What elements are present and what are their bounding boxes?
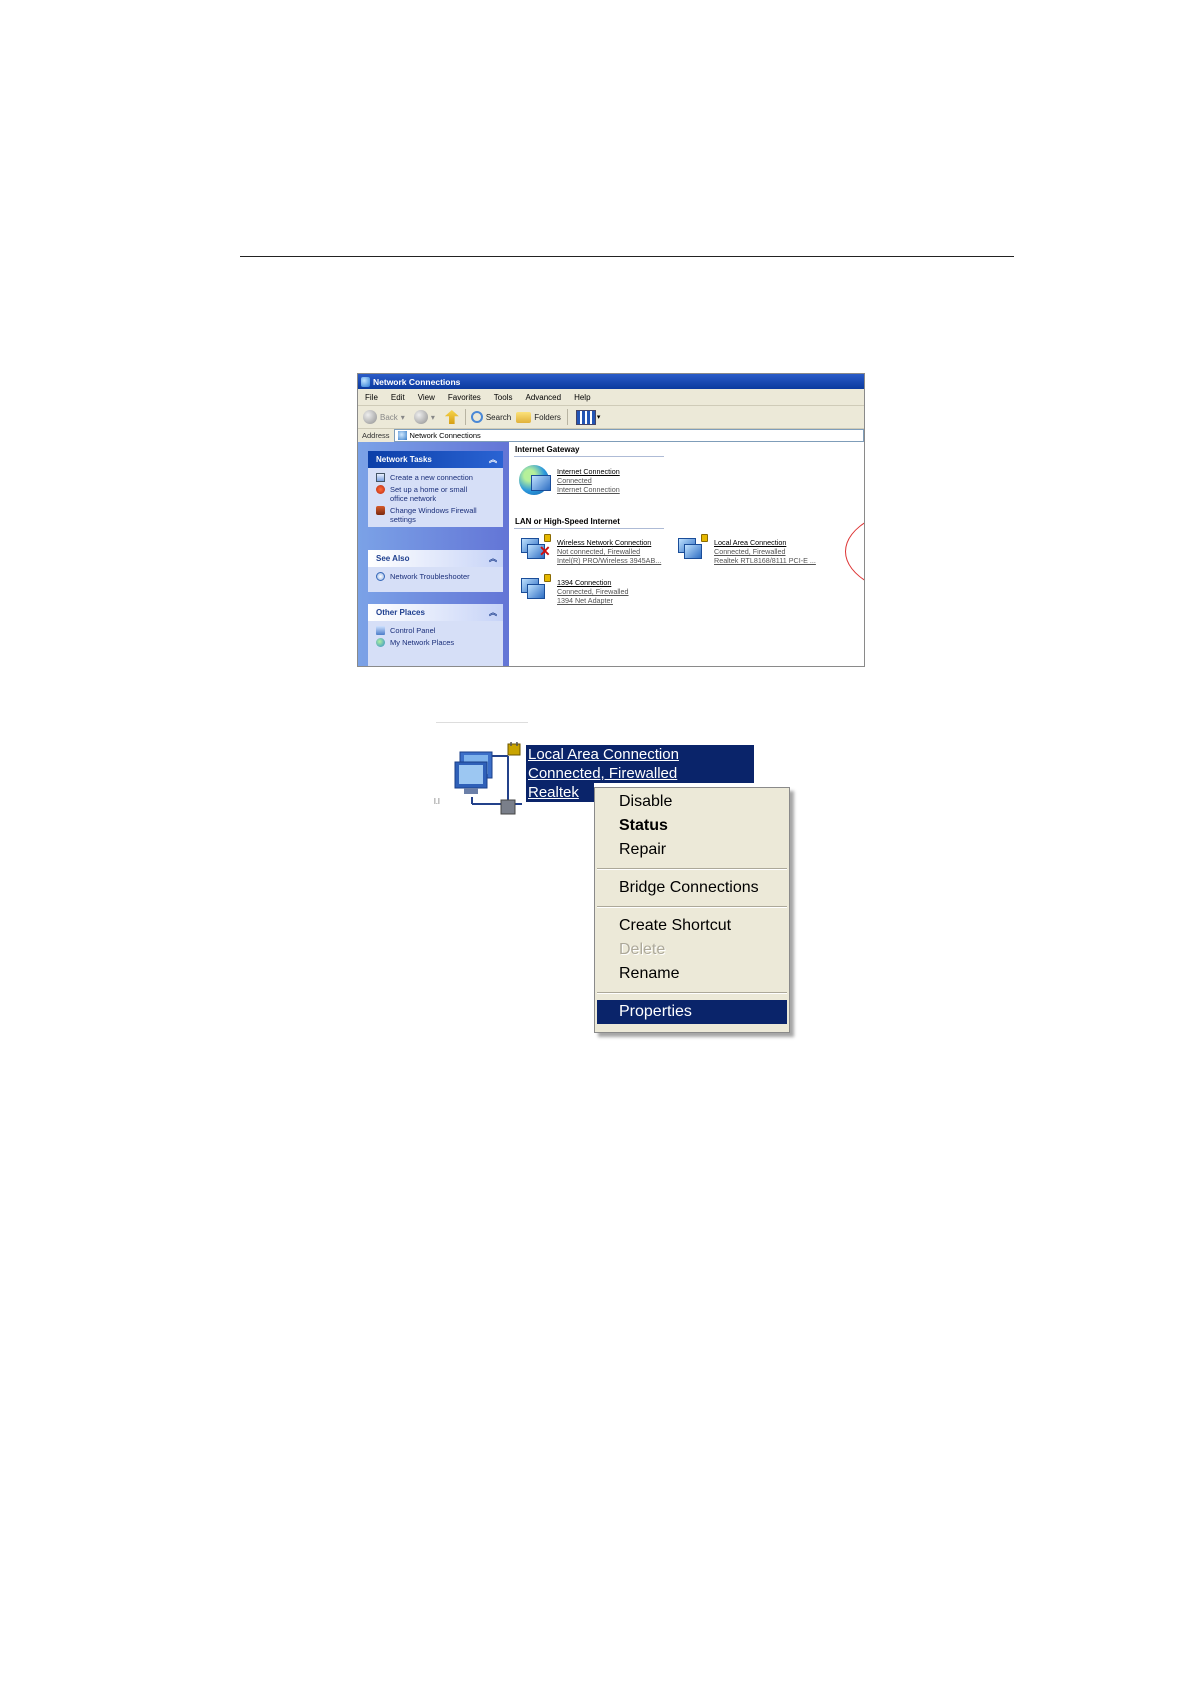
menu-advanced[interactable]: Advanced (525, 393, 567, 402)
menu-separator (597, 992, 787, 994)
menu-item-delete: Delete (619, 941, 666, 958)
menu-item-status[interactable]: Status (597, 814, 787, 838)
back-arrow-icon (363, 410, 377, 424)
menu-tools[interactable]: Tools (494, 393, 519, 402)
disconnected-x-icon: ✕ (539, 543, 551, 559)
window-content: Network Tasks ︽ Create a new connection … (358, 442, 864, 666)
search-button[interactable]: Search (470, 411, 511, 423)
task-firewall-settings[interactable]: Change Windows Firewall settings (376, 506, 499, 524)
connection-internet[interactable]: Internet Connection Connected Internet C… (519, 463, 620, 497)
menu-view[interactable]: View (418, 393, 441, 402)
new-connection-icon (376, 473, 385, 482)
menu-file[interactable]: File (365, 393, 384, 402)
forward-button[interactable]: ▾ (410, 410, 435, 424)
views-icon[interactable] (575, 409, 596, 425)
menu-item-rename[interactable]: Rename (597, 962, 787, 986)
other-places-header[interactable]: Other Places ︽ (368, 604, 503, 621)
see-also-header[interactable]: See Also ︽ (368, 550, 503, 567)
address-bar: Address Network Connections (358, 429, 864, 443)
selected-label-name[interactable]: Local Area Connection (526, 745, 754, 764)
window-title: Network Connections (373, 376, 461, 387)
help-icon (376, 572, 385, 581)
title-bar[interactable]: Network Connections (358, 374, 864, 389)
group-title-lan: LAN or High-Speed Internet (515, 517, 620, 526)
up-folder-icon[interactable] (444, 410, 459, 424)
connection-local-area[interactable]: Local Area Connection Connected, Firewal… (676, 534, 816, 568)
lan-connection-icon (676, 534, 710, 568)
group-divider (514, 528, 664, 529)
firewall-lock-icon (701, 534, 708, 542)
wireless-connection-icon: ✕ (519, 534, 553, 568)
firewall-lock-icon (544, 574, 551, 582)
back-dropdown-icon[interactable]: ▾ (401, 413, 405, 422)
see-also-body: Network Troubleshooter (368, 567, 503, 592)
folder-icon (516, 411, 532, 423)
toolbar-separator (566, 409, 568, 425)
see-also-panel: See Also ︽ Network Troubleshooter (368, 550, 503, 592)
menu-item-create-shortcut[interactable]: Create Shortcut (597, 914, 787, 938)
crop-mark: l.l (434, 797, 440, 806)
menu-edit[interactable]: Edit (391, 393, 411, 402)
menu-help[interactable]: Help (574, 393, 596, 402)
link-control-panel[interactable]: Control Panel (376, 626, 499, 635)
my-network-places-icon (376, 638, 385, 647)
menu-item-properties[interactable]: Properties (597, 1000, 787, 1024)
firewall-lock-icon (544, 534, 551, 542)
internet-gateway-icon (519, 463, 553, 497)
address-field[interactable]: Network Connections (393, 429, 864, 442)
task-create-connection[interactable]: Create a new connection (376, 473, 499, 482)
group-title-internet-gateway: Internet Gateway (515, 445, 580, 454)
menu-item-disable[interactable]: Disable (597, 790, 787, 814)
other-places-panel: Other Places ︽ Control Panel My Network … (368, 604, 503, 666)
network-connections-window: Network Connections File Edit View Favor… (357, 373, 865, 667)
link-network-troubleshooter[interactable]: Network Troubleshooter (376, 572, 499, 581)
menu-item-bridge-connections[interactable]: Bridge Connections (597, 876, 787, 900)
connections-pane: Internet Gateway Internet Connection Con… (509, 442, 864, 666)
1394-connection-icon (519, 574, 553, 608)
menu-separator (597, 868, 787, 870)
collapse-chevron-icon[interactable]: ︽ (489, 553, 497, 564)
link-my-network-places[interactable]: My Network Places (376, 638, 499, 647)
crop-edge-line (436, 722, 528, 723)
menu-item-repair[interactable]: Repair (597, 838, 787, 862)
selected-label-device[interactable]: Realtek (526, 783, 594, 802)
back-button[interactable]: Back ▾ (363, 410, 405, 424)
task-home-network[interactable]: Set up a home or small office network (376, 485, 499, 503)
address-label: Address (362, 431, 390, 440)
network-folder-icon (397, 431, 407, 440)
menu-separator (597, 906, 787, 908)
network-tasks-panel: Network Tasks ︽ Create a new connection … (368, 451, 503, 527)
network-tasks-body: Create a new connection Set up a home or… (368, 468, 503, 527)
home-network-icon (376, 485, 385, 494)
network-connections-icon (361, 376, 370, 387)
firewall-icon (376, 506, 385, 515)
menu-favorites[interactable]: Favorites (448, 393, 487, 402)
menu-bar: File Edit View Favorites Tools Advanced … (358, 389, 864, 406)
folders-button[interactable]: Folders (516, 411, 561, 423)
views-dropdown-icon[interactable]: ▾ (597, 413, 601, 421)
connection-wireless[interactable]: ✕ Wireless Network Connection Not connec… (519, 534, 661, 568)
network-tasks-header[interactable]: Network Tasks ︽ (368, 451, 503, 468)
toolbar-separator (464, 409, 466, 425)
collapse-chevron-icon[interactable]: ︽ (489, 607, 497, 618)
search-icon (470, 411, 483, 423)
context-menu: Disable Status Repair Bridge Connections… (594, 787, 790, 1033)
forward-dropdown-icon[interactable]: ▾ (431, 413, 435, 422)
control-panel-icon (376, 626, 385, 635)
group-divider (514, 456, 664, 457)
forward-arrow-icon (413, 410, 428, 424)
selected-label-status[interactable]: Connected, Firewalled (526, 764, 754, 783)
connection-1394[interactable]: 1394 Connection Connected, Firewalled 13… (519, 574, 629, 608)
other-places-body: Control Panel My Network Places (368, 621, 503, 666)
collapse-chevron-icon[interactable]: ︽ (489, 454, 497, 465)
task-pane: Network Tasks ︽ Create a new connection … (358, 442, 509, 666)
highlight-circle-annotation (845, 506, 864, 597)
toolbar: Back ▾ ▾ Search Folders ▾ (358, 406, 864, 429)
page-rule (240, 256, 1014, 257)
